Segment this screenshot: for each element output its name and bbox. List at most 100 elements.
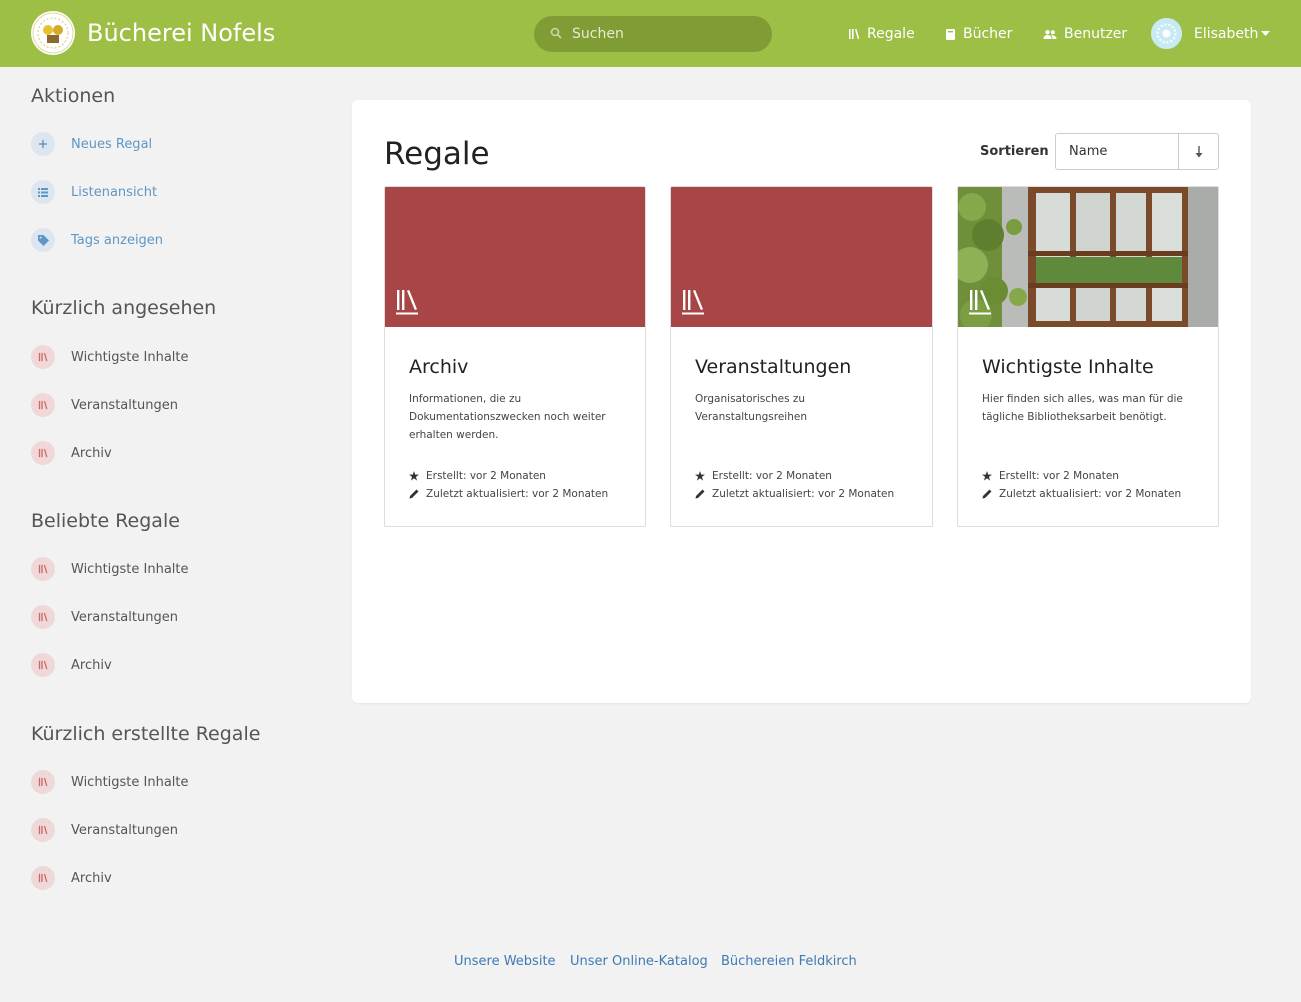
shelf-updated-text: Zuletzt aktualisiert: vor 2 Monaten: [999, 488, 1182, 500]
sidebar-popular-item[interactable]: Archiv: [31, 653, 112, 677]
sidebar-popular-label: Archiv: [71, 657, 112, 673]
shelf-cover: [385, 187, 645, 327]
sort-select[interactable]: Name: [1055, 133, 1179, 170]
nav-buecher-label: Bücher: [963, 26, 1013, 42]
nav-regale[interactable]: Regale: [848, 24, 915, 44]
shelf-card[interactable]: Veranstaltungen Organisatorisches zu Ver…: [670, 186, 933, 527]
avatar[interactable]: [1151, 18, 1182, 49]
sidebar-created-label: Veranstaltungen: [71, 822, 178, 838]
bookshelf-icon: [31, 345, 55, 369]
sort-label: Sortieren: [980, 144, 1049, 159]
shelf-title: Wichtigste Inhalte: [982, 356, 1154, 378]
star-icon: [409, 471, 419, 481]
sidebar-created-item[interactable]: Veranstaltungen: [31, 818, 178, 842]
bookshelf-icon: [682, 290, 704, 315]
shelf-created: Erstellt: vor 2 Monaten: [982, 469, 1119, 483]
sidebar-recent-item[interactable]: Wichtigste Inhalte: [31, 345, 189, 369]
bookshelf-icon: [31, 770, 55, 794]
user-menu[interactable]: Elisabeth: [1194, 24, 1258, 44]
users-icon: [1043, 29, 1057, 39]
shelf-cover-photo: [958, 187, 1218, 327]
sidebar-popular-item[interactable]: Wichtigste Inhalte: [31, 557, 189, 581]
sidebar-recent-item[interactable]: Veranstaltungen: [31, 393, 178, 417]
show-tags-button[interactable]: Tags anzeigen: [31, 228, 163, 252]
search-icon: [550, 27, 562, 39]
doorway-photo: [958, 187, 1218, 327]
footer-link-feldkirch[interactable]: Büchereien Feldkirch: [721, 953, 857, 971]
pencil-icon: [695, 489, 705, 499]
sidebar-recent-item[interactable]: Archiv: [31, 441, 112, 465]
shelf-description: Organisatorisches zu Veranstaltungsreihe…: [695, 393, 807, 423]
nav-benutzer-label: Benutzer: [1064, 26, 1128, 42]
shelf-updated: Zuletzt aktualisiert: vor 2 Monaten: [409, 487, 608, 501]
search-input[interactable]: [572, 16, 762, 52]
shelf-updated: Zuletzt aktualisiert: vor 2 Monaten: [695, 487, 894, 501]
bookshelf-icon: [396, 290, 418, 315]
bookshelf-icon: [849, 29, 860, 39]
nav-buecher[interactable]: Bücher: [945, 24, 1012, 44]
shelf-title: Archiv: [409, 356, 469, 378]
library-logo[interactable]: [31, 11, 75, 55]
footer-link-catalog[interactable]: Unser Online-Katalog: [570, 953, 708, 971]
shelf-created: Erstellt: vor 2 Monaten: [695, 469, 832, 483]
shelf-title: Veranstaltungen: [695, 356, 852, 378]
sort-direction-button[interactable]: [1178, 133, 1219, 170]
bookshelf-icon: [31, 653, 55, 677]
sidebar-created-label: Archiv: [71, 870, 112, 886]
sidebar-created-title: Kürzlich erstellte Regale: [31, 723, 261, 745]
sidebar-popular-item[interactable]: Veranstaltungen: [31, 605, 178, 629]
shelf-card[interactable]: Archiv Informationen, die zu Dokumentati…: [384, 186, 646, 527]
shelf-updated-text: Zuletzt aktualisiert: vor 2 Monaten: [712, 488, 895, 500]
nav-benutzer[interactable]: Benutzer: [1043, 24, 1127, 44]
bookshelf-icon: [31, 818, 55, 842]
shelf-updated-text: Zuletzt aktualisiert: vor 2 Monaten: [426, 488, 609, 500]
list-view-button[interactable]: Listenansicht: [31, 180, 157, 204]
list-icon: [31, 180, 55, 204]
tag-icon: [31, 228, 55, 252]
footer-link-website[interactable]: Unsere Website: [454, 953, 556, 971]
shelf-created-text: Erstellt: vor 2 Monaten: [426, 470, 546, 482]
shelf-cover: [671, 187, 932, 327]
bookshelf-icon: [31, 557, 55, 581]
top-bar: Bücherei Nofels Regale Bücher Benutzer: [0, 0, 1301, 67]
shelf-description: Hier finden sich alles, was man für die …: [982, 393, 1183, 423]
pencil-icon: [982, 489, 992, 499]
new-shelf-button[interactable]: Neues Regal: [31, 132, 152, 156]
bookshelf-icon: [31, 605, 55, 629]
page-title: Regale: [384, 136, 490, 172]
bookshelf-icon: [31, 866, 55, 890]
shelf-updated: Zuletzt aktualisiert: vor 2 Monaten: [982, 487, 1181, 501]
sidebar-recent-label: Archiv: [71, 445, 112, 461]
chevron-down-icon[interactable]: [1261, 31, 1270, 36]
sidebar-recent-title: Kürzlich angesehen: [31, 297, 217, 319]
show-tags-label: Tags anzeigen: [71, 232, 164, 248]
sidebar-recent-label: Wichtigste Inhalte: [71, 349, 189, 365]
new-shelf-label: Neues Regal: [71, 136, 153, 152]
sidebar-created-item[interactable]: Archiv: [31, 866, 112, 890]
bookshelf-icon: [31, 441, 55, 465]
star-icon: [695, 471, 705, 481]
star-icon: [982, 471, 992, 481]
sidebar-created-label: Wichtigste Inhalte: [71, 774, 189, 790]
sidebar-created-item[interactable]: Wichtigste Inhalte: [31, 770, 189, 794]
sidebar-actions-title: Aktionen: [31, 85, 116, 107]
shelf-card[interactable]: Wichtigste Inhalte Hier finden sich alle…: [957, 186, 1219, 527]
shelf-created: Erstellt: vor 2 Monaten: [409, 469, 546, 483]
list-view-label: Listenansicht: [71, 184, 158, 200]
sidebar-recent-label: Veranstaltungen: [71, 397, 178, 413]
shelf-created-text: Erstellt: vor 2 Monaten: [999, 470, 1119, 482]
shelf-created-text: Erstellt: vor 2 Monaten: [712, 470, 832, 482]
plus-icon: [31, 132, 55, 156]
sidebar-popular-label: Veranstaltungen: [71, 609, 178, 625]
search-box: [534, 16, 772, 52]
book-icon: [946, 28, 955, 40]
app-title[interactable]: Bücherei Nofels: [87, 17, 275, 49]
arrow-down-icon: [1195, 145, 1202, 157]
nav-regale-label: Regale: [867, 26, 915, 42]
sidebar-popular-label: Wichtigste Inhalte: [71, 561, 189, 577]
bookshelf-icon: [969, 290, 991, 315]
pencil-icon: [409, 489, 419, 499]
bookshelf-icon: [31, 393, 55, 417]
shelf-description: Informationen, die zu Dokumentationszwec…: [409, 393, 606, 441]
sidebar-popular-title: Beliebte Regale: [31, 510, 180, 532]
